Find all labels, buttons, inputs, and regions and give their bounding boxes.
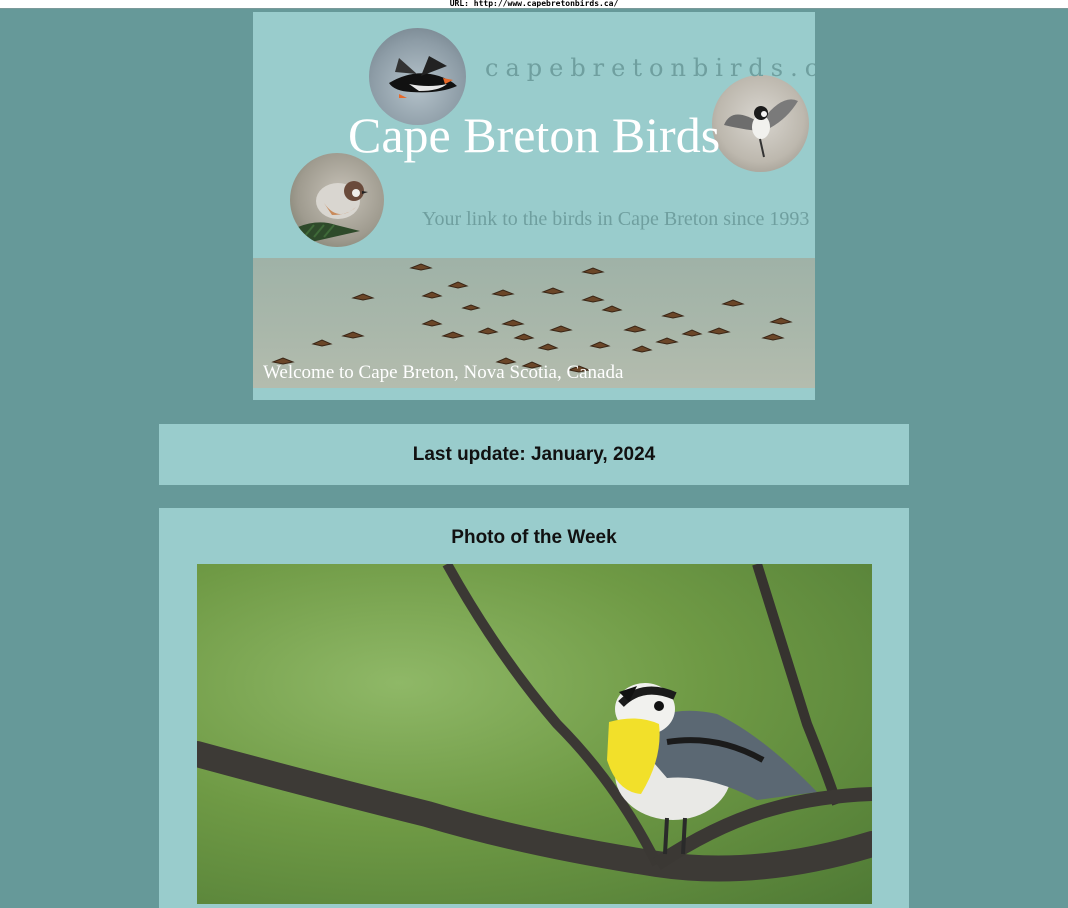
chickadee-wings-icon (724, 99, 798, 158)
last-update-text: Last update: January, 2024 (412, 443, 656, 465)
site-tagline: Your link to the birds in Cape Breton si… (422, 208, 810, 230)
url-bar: URL: http://www.capebretonbirds.ca/ (0, 0, 1068, 9)
boreal-chickadee-photo (290, 153, 384, 247)
site-title: Cape Breton Birds (348, 107, 721, 163)
site-banner[interactable]: capebretonbirds.ca Cape Breton Birds You… (253, 12, 815, 400)
warbler-icon (197, 564, 872, 882)
photo-of-week-panel: Photo of the Week (159, 508, 909, 908)
site-url-text: capebretonbirds.ca (485, 54, 815, 82)
last-update-panel: Last update: January, 2024 (159, 424, 909, 485)
boreal-chickadee-icon (298, 181, 368, 245)
chickadee-flying-photo (712, 75, 809, 172)
yellow-throated-warbler-photo[interactable] (197, 564, 872, 904)
shorebird-flock-photo: Welcome to Cape Breton, Nova Scotia, Can… (253, 258, 815, 388)
welcome-text: Welcome to Cape Breton, Nova Scotia, Can… (263, 362, 624, 383)
photo-of-week-title: Photo of the Week (451, 527, 617, 548)
